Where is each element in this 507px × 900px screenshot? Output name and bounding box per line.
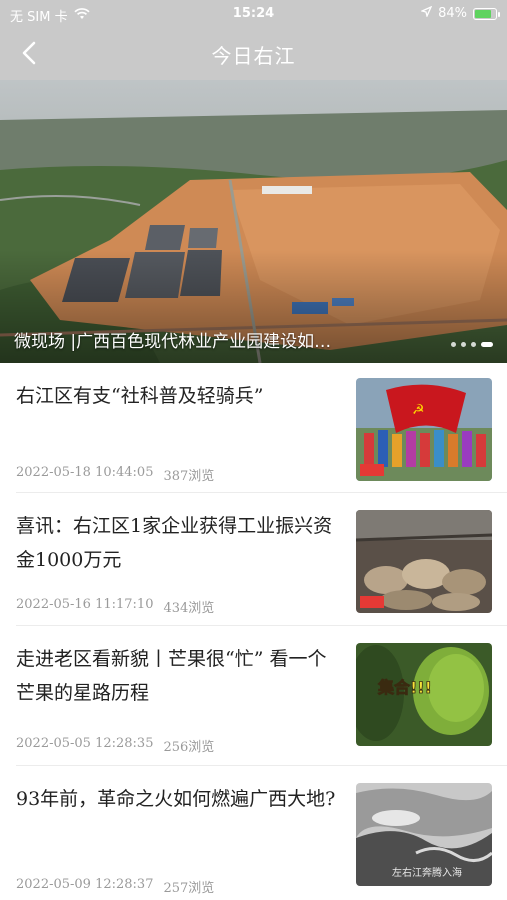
app-header: 无 SIM 卡 15:24 84% 今日右江	[0, 0, 507, 80]
nav-bar: 今日右江	[0, 28, 507, 80]
banner-caption: 微现场 |广西百色现代林业产业园建设如…	[14, 332, 332, 352]
article-thumbnail: 左右江奔腾入海	[356, 783, 492, 886]
page-title: 今日右江	[211, 44, 296, 68]
status-bar: 无 SIM 卡 15:24 84%	[0, 0, 507, 28]
article-views: 434浏览	[163, 601, 215, 616]
carousel-indicator	[451, 342, 493, 347]
thumbnail-text: 集合!!!	[377, 678, 432, 697]
article-date: 2022-05-05 12:28:35	[16, 736, 154, 751]
article-thumbnail: 集合!!!	[356, 643, 492, 746]
article-date: 2022-05-16 11:17:10	[16, 597, 154, 612]
article-views: 257浏览	[163, 881, 215, 896]
article-meta: 2022-05-05 12:28:35 256浏览	[16, 736, 214, 755]
thumbnail-text: 左右江奔腾入海	[392, 866, 462, 879]
banner-carousel[interactable]: 微现场 |广西百色现代林业产业园建设如…	[0, 80, 507, 363]
carousel-dot[interactable]	[451, 342, 456, 347]
status-right: 84%	[420, 5, 500, 21]
article-meta: 2022-05-18 10:44:05 387浏览	[16, 465, 214, 484]
list-item[interactable]: 喜讯：右江区1家企业获得工业振兴资金1000万元 2022-05-16 11:1…	[0, 493, 507, 626]
carousel-dot[interactable]	[481, 342, 493, 347]
article-title: 走进老区看新貌丨芒果很“忙” 看一个芒果的星路历程	[16, 648, 327, 704]
list-item[interactable]: 右江区有支“社科普及轻骑兵” 2022-05-18 10:44:05 387浏览…	[0, 363, 507, 493]
list-item[interactable]: 走进老区看新貌丨芒果很“忙” 看一个芒果的星路历程 2022-05-05 12:…	[0, 626, 507, 766]
article-title: 喜讯：右江区1家企业获得工业振兴资金1000万元	[16, 515, 333, 571]
carousel-dot[interactable]	[471, 342, 476, 347]
article-date: 2022-05-09 12:28:37	[16, 877, 154, 892]
banner-image	[0, 80, 507, 363]
article-views: 256浏览	[163, 740, 215, 755]
article-meta: 2022-05-16 11:17:10 434浏览	[16, 597, 214, 616]
list-item[interactable]: 93年前，革命之火如何燃遍广西大地? 2022-05-09 12:28:37 2…	[0, 766, 507, 900]
article-thumbnail	[356, 510, 492, 613]
location-arrow-icon	[420, 5, 433, 21]
article-date: 2022-05-18 10:44:05	[16, 465, 154, 480]
article-meta: 2022-05-09 12:28:37 257浏览	[16, 877, 214, 896]
article-thumbnail: ☭	[356, 378, 492, 481]
svg-text:☭: ☭	[412, 402, 425, 418]
article-title: 93年前，革命之火如何燃遍广西大地?	[16, 788, 336, 810]
carousel-dot[interactable]	[461, 342, 466, 347]
article-views: 387浏览	[163, 469, 215, 484]
battery-icon	[473, 7, 500, 20]
battery-percent: 84%	[438, 6, 467, 21]
article-title: 右江区有支“社科普及轻骑兵”	[16, 385, 264, 407]
